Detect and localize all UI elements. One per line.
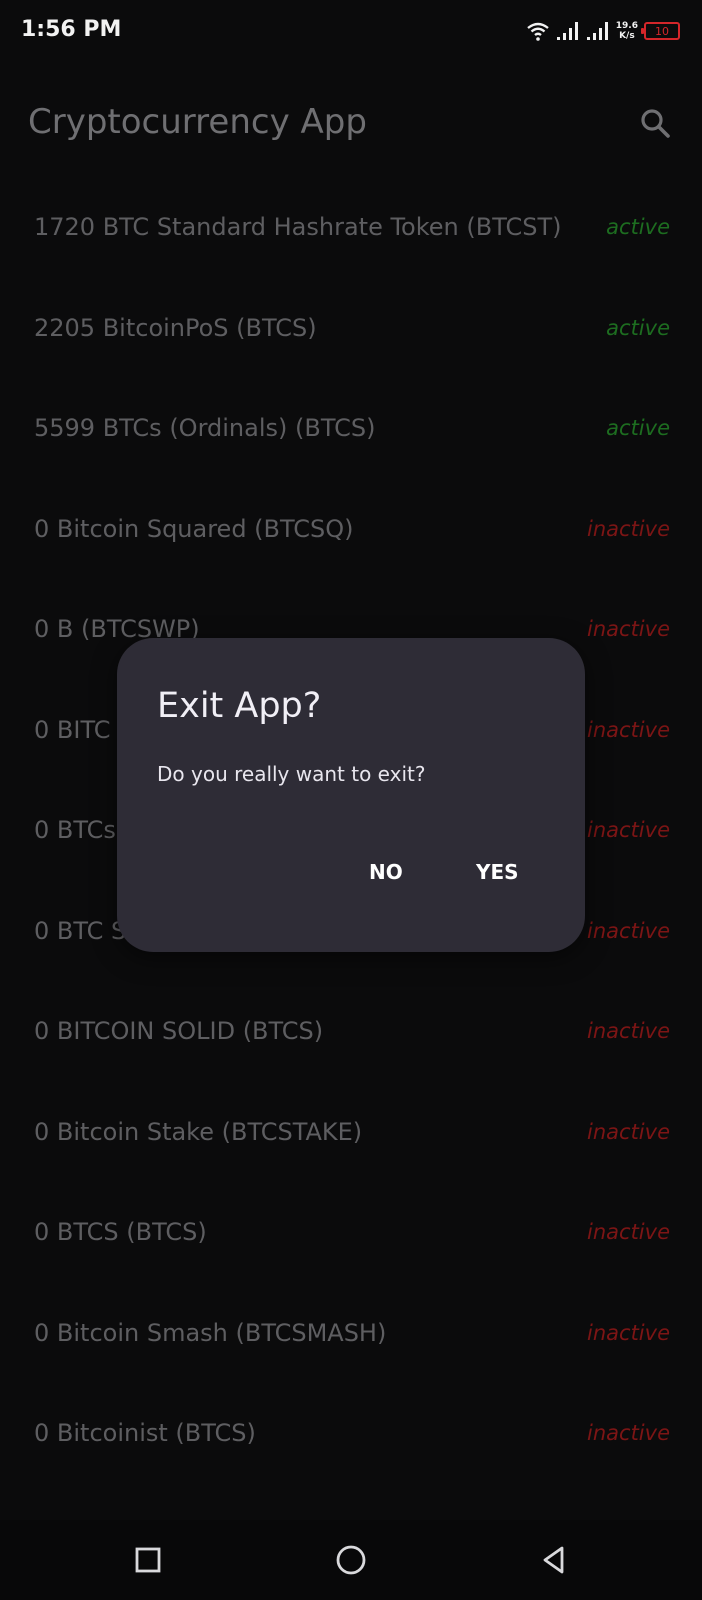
list-item[interactable]: 0 Bitcoin Squared (BTCSQ) inactive (0, 477, 702, 578)
network-speed-value: 19.6 (615, 21, 638, 31)
network-speed-unit: K/s (619, 31, 635, 41)
status-label: inactive (587, 1019, 670, 1043)
search-icon (641, 109, 670, 138)
status-label: inactive (587, 918, 670, 943)
back-icon (543, 1546, 564, 1574)
status-bar: 1:56 PM 19.6 K/s 10 (0, 0, 702, 62)
list-item[interactable]: 0 BTCS (BTCS) inactive (0, 1180, 702, 1281)
home-button[interactable] (331, 1540, 371, 1580)
nav-bar (0, 1520, 702, 1600)
status-label: active (606, 315, 670, 340)
yes-button[interactable]: YES (468, 856, 527, 888)
home-icon (336, 1545, 366, 1575)
battery-icon: 10 (641, 22, 680, 40)
app-bar: Cryptocurrency App (0, 80, 702, 166)
status-label: inactive (587, 1119, 670, 1144)
currency-name: 0 Bitcoinist (BTCS) (34, 1419, 256, 1447)
search-button[interactable] (636, 104, 676, 144)
signal-icon (556, 22, 578, 40)
currency-name: 0 Bitcoin Stake (BTCSTAKE) (34, 1117, 363, 1146)
currency-name: 0 BTCS (BTCS) (34, 1218, 207, 1246)
currency-name: 0 BTCs (34, 816, 116, 844)
status-label: inactive (587, 1421, 670, 1445)
back-button[interactable] (534, 1540, 574, 1580)
status-label: inactive (587, 516, 670, 541)
currency-name: 5599 BTCs (Ordinals) (BTCS) (34, 414, 376, 442)
network-speed: 19.6 K/s (616, 21, 638, 41)
list-item[interactable]: 0 BITCOIN SOLID (BTCS) inactive (0, 979, 702, 1080)
currency-name: 0 Bitcoin Smash (BTCSMASH) (34, 1318, 387, 1347)
no-button[interactable]: NO (361, 856, 411, 888)
currency-name: 0 BTC S (34, 916, 127, 945)
currency-name: 0 BITCOIN SOLID (BTCS) (34, 1017, 324, 1045)
list-item[interactable]: 5599 BTCs (Ordinals) (BTCS) active (0, 376, 702, 477)
list-item[interactable]: 0 Bitcoinist (BTCS) inactive (0, 1381, 702, 1482)
status-label: inactive (587, 1320, 670, 1345)
status-label: inactive (587, 818, 670, 842)
currency-name: 2205 BitcoinPoS (BTCS) (34, 313, 317, 342)
status-label: inactive (587, 717, 670, 742)
currency-name: 1720 BTC Standard Hashrate Token (BTCST) (34, 213, 562, 241)
status-label: inactive (587, 1220, 670, 1244)
battery-level: 10 (655, 24, 669, 38)
currency-name: 0 BITC (34, 715, 111, 744)
status-label: active (606, 416, 670, 440)
status-label: inactive (587, 617, 670, 641)
signal-icon (586, 22, 608, 40)
wifi-icon (527, 22, 549, 41)
recents-button[interactable] (128, 1540, 168, 1580)
recents-icon (135, 1547, 161, 1573)
currency-name: 0 Bitcoin Squared (BTCSQ) (34, 514, 354, 543)
exit-dialog: Exit App? Do you really want to exit? NO… (117, 638, 585, 952)
list-item[interactable]: 2205 BitcoinPoS (BTCS) active (0, 276, 702, 377)
status-label: active (606, 215, 670, 239)
dialog-title: Exit App? (157, 686, 322, 726)
list-item[interactable]: 1720 BTC Standard Hashrate Token (BTCST)… (0, 175, 702, 276)
status-time: 1:56 PM (21, 17, 122, 42)
dialog-message: Do you really want to exit? (157, 762, 426, 786)
list-item[interactable]: 0 Bitcoin Smash (BTCSMASH) inactive (0, 1281, 702, 1382)
page-title: Cryptocurrency App (28, 102, 367, 142)
status-icons: 19.6 K/s 10 (526, 18, 680, 44)
list-item[interactable]: 0 Bitcoin Stake (BTCSTAKE) inactive (0, 1080, 702, 1181)
